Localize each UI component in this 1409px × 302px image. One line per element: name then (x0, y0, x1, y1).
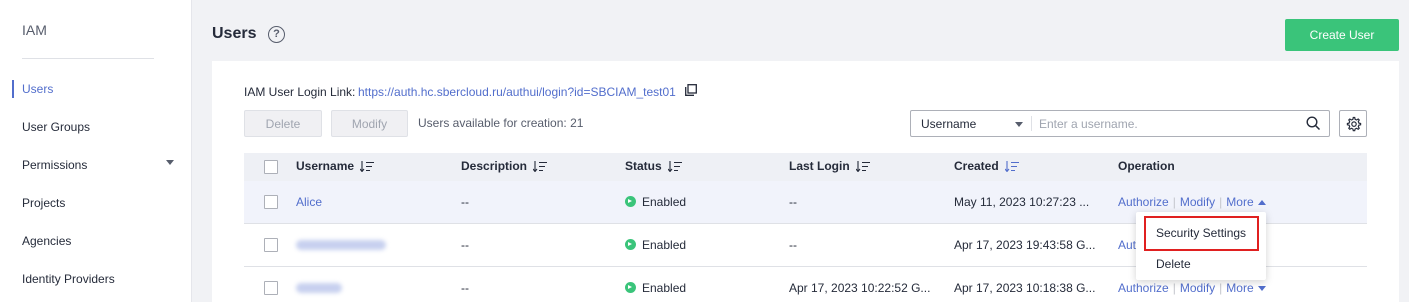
login-link-label: IAM User Login Link: (244, 85, 356, 99)
operation-cell: Aut (1118, 238, 1136, 252)
status-cell: Enabled (625, 281, 686, 295)
column-username[interactable]: Username (296, 159, 375, 173)
row-checkbox[interactable] (264, 281, 278, 295)
more-dropdown-menu: Security Settings Delete (1136, 212, 1266, 280)
created-cell: Apr 17, 2023 19:43:58 G... (954, 238, 1096, 252)
authorize-link[interactable]: Authorize (1118, 281, 1169, 295)
status-enabled-icon (625, 282, 636, 293)
sort-icon[interactable] (533, 161, 548, 173)
sidebar-item-user-groups[interactable]: User Groups (22, 120, 90, 134)
sidebar-divider (22, 58, 154, 59)
column-last-login[interactable]: Last Login (789, 159, 870, 173)
search-field-select[interactable]: Username (921, 117, 976, 131)
column-username-label: Username (296, 159, 355, 173)
status-enabled-icon (625, 239, 636, 250)
column-status[interactable]: Status (625, 159, 682, 173)
redacted-username[interactable] (296, 240, 386, 250)
op-separator: | (1172, 281, 1176, 295)
status-cell: Enabled (625, 238, 686, 252)
modify-button[interactable]: Modify (331, 110, 408, 137)
authorize-link[interactable]: Aut (1118, 238, 1136, 252)
help-icon[interactable]: ? (268, 26, 285, 43)
sidebar-item-agencies[interactable]: Agencies (22, 234, 71, 248)
column-created[interactable]: Created (954, 159, 1019, 173)
sort-icon[interactable] (667, 161, 682, 173)
last-login-cell: -- (789, 238, 797, 252)
authorize-link[interactable]: Authorize (1118, 195, 1169, 209)
more-link[interactable]: More (1226, 281, 1253, 295)
sidebar-item-projects[interactable]: Projects (22, 196, 65, 210)
description-cell: -- (461, 195, 469, 209)
description-cell: -- (461, 238, 469, 252)
op-separator: | (1172, 195, 1176, 209)
created-cell: May 11, 2023 10:27:23 ... (954, 195, 1090, 209)
table-header: Username Description Status Last Login C… (244, 153, 1367, 181)
active-nav-marker (12, 80, 14, 98)
username-link[interactable]: Alice (296, 195, 322, 209)
column-operation: Operation (1118, 159, 1175, 173)
row-checkbox[interactable] (264, 238, 278, 252)
created-cell: Apr 17, 2023 10:18:38 G... (954, 281, 1096, 295)
description-cell: -- (461, 281, 469, 295)
row-checkbox[interactable] (264, 195, 278, 209)
quota-text: Users available for creation: 21 (418, 116, 584, 130)
operation-cell: Authorize | Modify | More (1118, 281, 1266, 295)
redacted-username[interactable] (296, 283, 342, 293)
delete-button[interactable]: Delete (244, 110, 322, 137)
sidebar-brand: IAM (22, 22, 47, 38)
chevron-down-icon[interactable] (1015, 122, 1023, 127)
sort-icon[interactable] (855, 161, 870, 173)
login-link[interactable]: https://auth.hc.sbercloud.ru/authui/logi… (358, 85, 676, 99)
more-link[interactable]: More (1226, 195, 1253, 209)
column-created-label: Created (954, 159, 999, 173)
table-settings-button[interactable] (1339, 110, 1367, 137)
last-login-cell: -- (789, 195, 797, 209)
sidebar-item-identity-providers[interactable]: Identity Providers (22, 272, 115, 286)
create-user-button[interactable]: Create User (1285, 19, 1399, 51)
column-description-label: Description (461, 159, 528, 173)
column-last-login-label: Last Login (789, 159, 850, 173)
sort-active-icon[interactable] (1004, 161, 1019, 173)
select-all-checkbox[interactable] (264, 160, 278, 174)
status-cell: Enabled (625, 195, 686, 209)
status-text: Enabled (642, 238, 687, 252)
last-login-cell: Apr 17, 2023 10:22:52 G... (789, 281, 931, 295)
menu-item-security-settings[interactable]: Security Settings (1136, 219, 1266, 247)
page-title: Users (212, 25, 257, 42)
chevron-down-icon[interactable] (166, 160, 174, 165)
gear-icon (1346, 116, 1362, 132)
status-text: Enabled (642, 195, 687, 209)
column-status-label: Status (625, 159, 662, 173)
op-separator: | (1219, 281, 1223, 295)
column-description[interactable]: Description (461, 159, 548, 173)
chevron-up-icon[interactable] (1257, 200, 1266, 206)
sidebar-item-users[interactable]: Users (22, 82, 53, 96)
status-text: Enabled (642, 281, 687, 295)
copy-icon[interactable] (685, 84, 697, 96)
search-icon[interactable] (1306, 116, 1321, 131)
chevron-down-icon[interactable] (1257, 286, 1266, 292)
sidebar-item-permissions[interactable]: Permissions (22, 158, 87, 172)
status-enabled-icon (625, 196, 636, 207)
operation-cell: Authorize | Modify | More (1118, 195, 1266, 209)
search-input[interactable] (1039, 114, 1289, 133)
modify-link[interactable]: Modify (1180, 195, 1215, 209)
modify-link[interactable]: Modify (1180, 281, 1215, 295)
sort-icon[interactable] (360, 161, 375, 173)
menu-item-delete[interactable]: Delete (1136, 250, 1266, 278)
sidebar: IAM Users User Groups Permissions Projec… (0, 0, 192, 302)
search-box: Username (910, 110, 1330, 137)
search-separator (1031, 116, 1032, 131)
op-separator: | (1219, 195, 1223, 209)
